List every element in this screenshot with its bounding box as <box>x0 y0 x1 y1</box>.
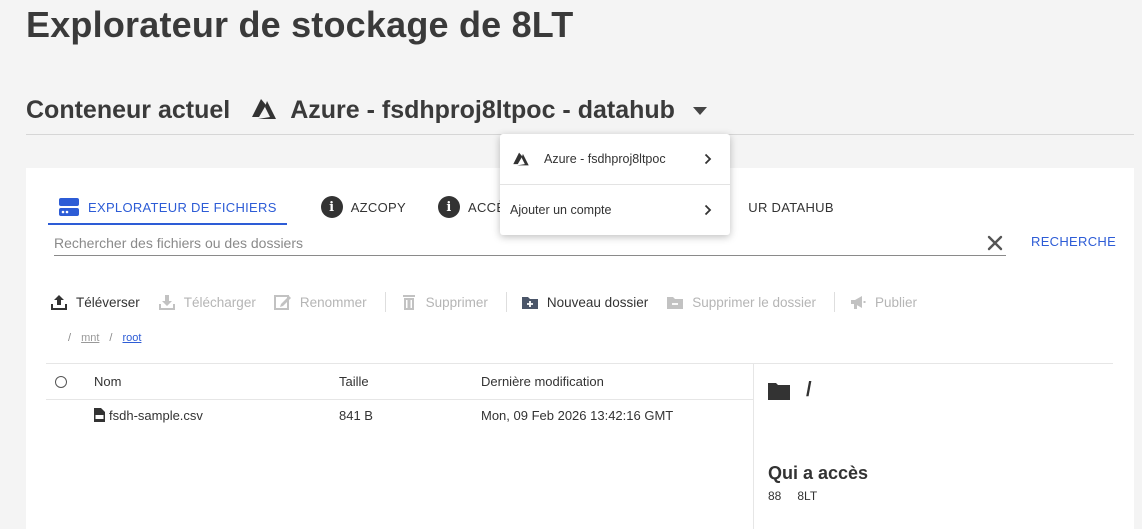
upload-icon <box>50 293 68 311</box>
tab-label: UR DATAHUB <box>748 199 834 215</box>
azure-icon <box>512 151 530 167</box>
publish-label: Publier <box>875 294 918 310</box>
delete-folder-icon <box>666 293 684 311</box>
column-header-name[interactable]: Nom <box>94 374 339 389</box>
tab-file-explorer[interactable]: EXPLORATEUR DE FICHIERS <box>48 190 287 225</box>
storage-icon <box>58 196 80 218</box>
breadcrumb-item-mnt[interactable]: mnt <box>81 332 99 344</box>
delete-folder-button[interactable]: Supprimer le dossier <box>666 293 816 311</box>
download-button[interactable]: Télécharger <box>158 293 256 311</box>
details-path-text: / <box>806 379 812 401</box>
toolbar-divider <box>834 292 836 312</box>
toolbar-divider <box>384 292 386 312</box>
upload-label: Téléverser <box>76 294 140 310</box>
new-folder-button[interactable]: Nouveau dossier <box>521 293 648 311</box>
trash-icon <box>400 293 418 311</box>
rename-button[interactable]: Renommer <box>273 293 367 311</box>
breadcrumb: / mnt / root <box>68 332 151 344</box>
details-divider <box>753 363 1113 364</box>
file-name: fsdh-sample.csv <box>109 407 203 423</box>
megaphone-icon <box>849 293 867 311</box>
azure-icon <box>250 97 278 125</box>
file-size: 841 B <box>339 407 373 423</box>
chevron-right-icon <box>704 153 712 165</box>
breadcrumb-item-root[interactable]: root <box>122 332 141 344</box>
file-name-cell: fsdh-sample.csv <box>94 408 339 423</box>
dropdown-item-add-account[interactable]: Ajouter un compte <box>500 185 730 235</box>
table-row[interactable]: fsdh-sample.csv 841 B Mon, 09 Feb 2026 1… <box>46 400 753 430</box>
column-header-modified[interactable]: Dernière modification <box>481 374 753 389</box>
search-button[interactable]: RECHERCHE <box>1031 234 1116 249</box>
csv-file-icon <box>94 408 105 422</box>
tab-azcopy[interactable]: i AZCOPY <box>311 190 416 224</box>
breadcrumb-separator: / <box>68 332 72 344</box>
publish-button[interactable]: Publier <box>849 293 917 311</box>
info-icon: i <box>437 196 460 218</box>
chevron-right-icon <box>704 204 712 216</box>
rename-icon <box>273 293 292 311</box>
file-toolbar: Téléverser Télécharger Renommer Supprime… <box>50 290 935 314</box>
close-icon[interactable] <box>986 234 1004 252</box>
container-dropdown-menu: Azure - fsdhproj8ltpoc Ajouter un compte <box>500 134 730 235</box>
new-folder-icon <box>521 293 539 311</box>
search-input[interactable] <box>54 234 986 251</box>
details-path: / <box>768 379 812 402</box>
page-title: Explorateur de stockage de 8LT <box>26 4 574 45</box>
column-header-size[interactable]: Taille <box>339 374 481 389</box>
dropdown-item-label: Azure - fsdhproj8ltpoc <box>544 152 666 166</box>
file-table: Nom Taille Dernière modification fsdh-sa… <box>46 363 753 430</box>
download-icon <box>158 293 176 311</box>
current-container-row: Conteneur actuel Azure - fsdhproj8ltpoc … <box>26 96 707 125</box>
access-count: 88 <box>768 489 782 503</box>
upload-button[interactable]: Téléverser <box>50 293 140 311</box>
file-modified: Mon, 09 Feb 2026 13:42:16 GMT <box>481 407 674 423</box>
delete-folder-label: Supprimer le dossier <box>692 294 817 310</box>
download-label: Télécharger <box>183 294 256 310</box>
new-folder-label: Nouveau dossier <box>546 294 649 310</box>
tab-datahub[interactable]: UR DATAHUB <box>738 190 844 224</box>
folder-icon <box>768 382 790 400</box>
container-label: Conteneur actuel <box>26 96 231 124</box>
delete-button[interactable]: Supprimer <box>400 293 488 311</box>
table-header: Nom Taille Dernière modification <box>46 363 753 400</box>
rename-label: Renommer <box>299 294 367 310</box>
toolbar-divider <box>505 292 507 312</box>
access-name: 8LT <box>797 489 818 503</box>
access-title: Qui a accès <box>768 463 869 483</box>
dropdown-item-azure-account[interactable]: Azure - fsdhproj8ltpoc <box>500 134 730 184</box>
access-entry: 88 8LT <box>768 489 817 503</box>
tab-label: EXPLORATEUR DE FICHIERS <box>88 199 277 215</box>
delete-label: Supprimer <box>425 294 488 310</box>
info-icon: i <box>320 196 343 218</box>
details-divider <box>753 363 754 529</box>
container-selector[interactable]: Azure - fsdhproj8ltpoc - datahub <box>290 96 675 125</box>
breadcrumb-separator: / <box>109 332 113 344</box>
tab-label: AZCOPY <box>350 199 406 215</box>
select-all-radio[interactable] <box>55 375 67 388</box>
caret-down-icon[interactable] <box>692 106 707 115</box>
dropdown-item-label: Ajouter un compte <box>510 203 612 217</box>
